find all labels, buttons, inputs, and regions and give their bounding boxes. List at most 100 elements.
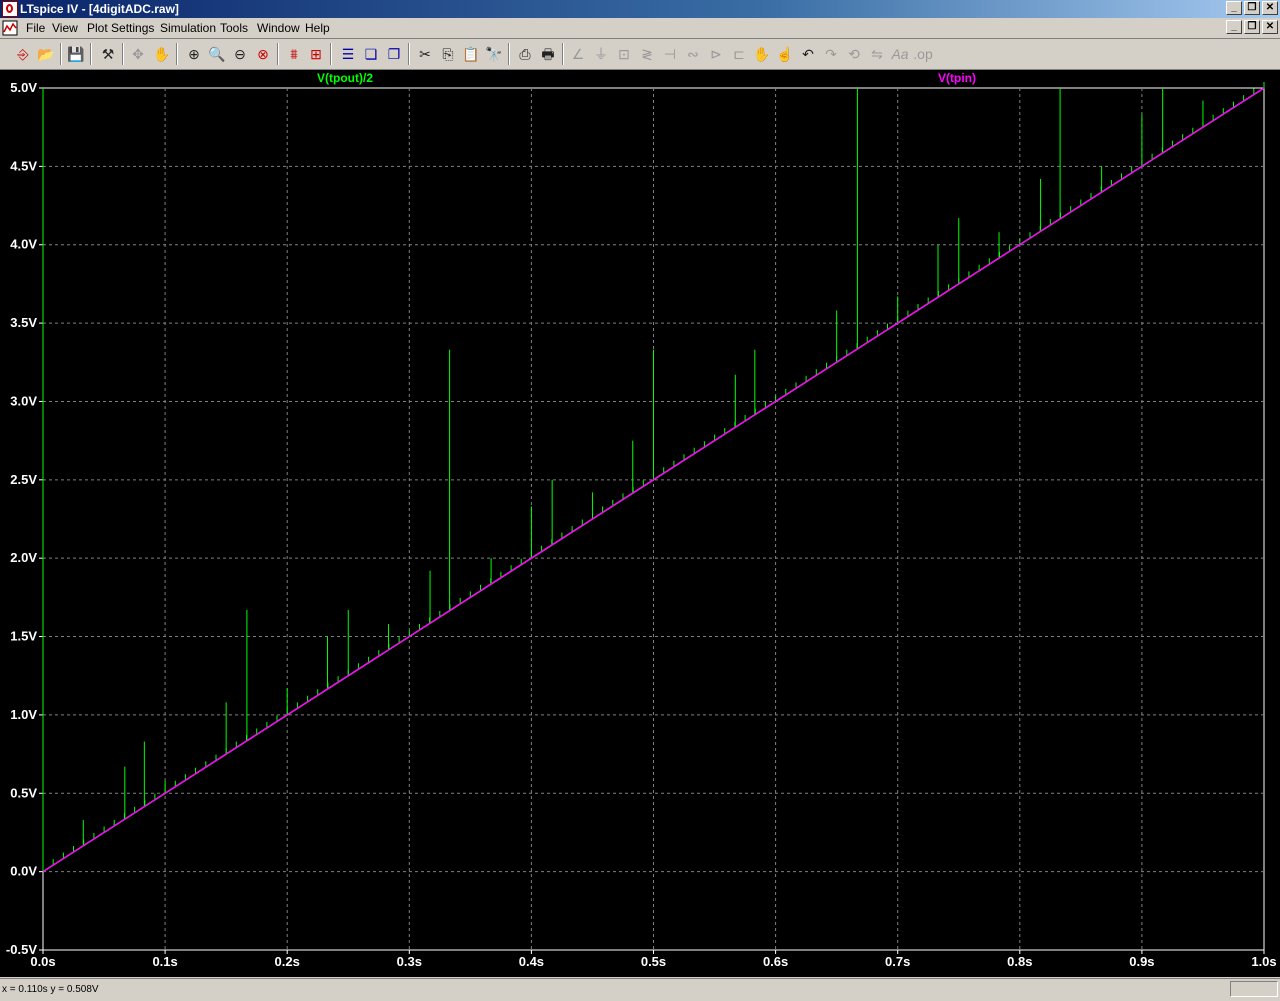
toolbar-separator [330, 43, 332, 65]
y-tick-label: 1.5V [10, 629, 37, 644]
paste-icon[interactable]: 📋 [461, 44, 481, 64]
minimize-button[interactable]: _ [1226, 1, 1242, 15]
plot-traces [42, 82, 1265, 873]
x-tick-label: 0.8s [1007, 954, 1032, 969]
drag-icon[interactable]: ✋ [752, 44, 772, 64]
toolbar-separator [90, 43, 92, 65]
print-icon[interactable]: 🖶 [538, 44, 558, 64]
resistor-icon[interactable]: ≷ [637, 44, 657, 64]
waveform-plot-pane[interactable]: -0.5V 0.0V 0.5V 1.0V 1.5V 2.0V 2.5V 3.0V 3.5V 4.0… [0, 70, 1280, 977]
tile-horizontal-icon[interactable]: ☰ [338, 44, 358, 64]
x-tick-label: 0.0s [30, 954, 55, 969]
toolbar-separator [562, 43, 564, 65]
redo-icon[interactable]: ↷ [821, 44, 841, 64]
x-tick-label: 0.1s [152, 954, 177, 969]
x-tick-label: 0.4s [519, 954, 544, 969]
copy-icon[interactable]: ⎘ [438, 44, 458, 64]
toolbar-separator [60, 43, 62, 65]
component-icon[interactable]: ⊏ [729, 44, 749, 64]
y-tick-label: 2.5V [10, 472, 37, 487]
menu-view[interactable]: View [52, 21, 78, 35]
zoom-cancel-icon[interactable]: ⊗ [253, 44, 273, 64]
status-bar: x = 0.110s y = 0.508V [0, 978, 1280, 1001]
menu-help[interactable]: Help [305, 21, 330, 35]
inductor-icon[interactable]: ∾ [683, 44, 703, 64]
y-tick-label: 3.0V [10, 393, 37, 408]
x-tick-label: 0.5s [641, 954, 666, 969]
trace-label-tpout[interactable]: V(tpout)/2 [317, 71, 373, 85]
toolbar-separator [122, 43, 124, 65]
open-icon[interactable]: 📂 [36, 44, 56, 64]
menu-window[interactable]: Window [257, 21, 300, 35]
y-tick-label: 1.0V [10, 707, 37, 722]
print-preview-icon[interactable]: ⎙ [515, 44, 535, 64]
y-tick-label: 0.0V [10, 864, 37, 879]
x-tick-label: 0.9s [1129, 954, 1154, 969]
move-icon[interactable]: ✥ [128, 44, 148, 64]
menu-plot-settings[interactable]: Plot Settings [87, 21, 154, 35]
rotate-icon[interactable]: ⟲ [844, 44, 864, 64]
undo-icon[interactable]: ↶ [798, 44, 818, 64]
move-hand-icon[interactable]: ☝ [775, 44, 795, 64]
menu-file[interactable]: File [26, 21, 45, 35]
close-button[interactable]: ✕ [1262, 1, 1278, 15]
waveform-document-icon[interactable] [2, 20, 18, 36]
autorange-icon[interactable]: ⩩ [284, 44, 304, 64]
spice-directive-icon[interactable]: .op [913, 44, 933, 64]
ltspice-app-icon [2, 1, 18, 17]
x-axis-labels: 0.0s 0.1s 0.2s 0.3s 0.4s 0.5s 0.6s 0.7s 0.8s 0.9s… [30, 954, 1276, 969]
plot-grid [39, 87, 1265, 954]
zoom-out-icon[interactable]: ⊖ [230, 44, 250, 64]
pan-icon[interactable]: ✋ [152, 44, 172, 64]
doc-close-button[interactable]: ✕ [1262, 20, 1278, 34]
doc-minimize-button[interactable]: _ [1226, 20, 1242, 34]
cut-icon[interactable]: ✂ [415, 44, 435, 64]
tile-vertical-icon[interactable]: ❐ [384, 44, 404, 64]
control-panel-icon[interactable]: ⚒ [98, 44, 118, 64]
toolbar: ⎆ 📂 💾 ⚒ ✥ ✋ ⊕ 🔍 ⊖ ⊗ ⩩ ⊞ ☰ ❏ ❐ ✂ ⎘ 📋 🔭 ⎙ … [0, 39, 1280, 70]
x-tick-label: 0.6s [763, 954, 788, 969]
trace-label-tpin[interactable]: V(tpin) [938, 71, 976, 85]
y-tick-label: 0.5V [10, 785, 37, 800]
window-title: LTspice IV - [4digitADC.raw] [20, 2, 179, 16]
document-window-controls: _ ❐ ✕ [1226, 20, 1278, 34]
restore-button[interactable]: ❐ [1244, 1, 1260, 15]
text-icon[interactable]: Aa [890, 44, 910, 64]
capacitor-icon[interactable]: ⊣ [660, 44, 680, 64]
window-controls: _ ❐ ✕ [1226, 1, 1278, 15]
menu-simulation[interactable]: Simulation [160, 21, 216, 35]
y-tick-label: 2.0V [10, 550, 37, 565]
grid-icon[interactable]: ⊞ [306, 44, 326, 64]
y-tick-label: 4.0V [10, 237, 37, 252]
x-tick-label: 0.7s [885, 954, 910, 969]
x-tick-label: 0.2s [275, 954, 300, 969]
y-axis-labels: -0.5V0.0V0.5V1.0V1.5V2.0V2.5V3.0V3.5V4.0… [6, 80, 37, 957]
diode-icon[interactable]: ⊳ [706, 44, 726, 64]
x-tick-label: 1.0s [1251, 954, 1276, 969]
cascade-icon[interactable]: ❏ [361, 44, 381, 64]
toolbar-separator [508, 43, 510, 65]
doc-restore-button[interactable]: ❐ [1244, 20, 1260, 34]
y-tick-label: 4.5V [10, 158, 37, 173]
mirror-icon[interactable]: ⇋ [867, 44, 887, 64]
menu-tools[interactable]: Tools [220, 21, 248, 35]
y-tick-label: 3.5V [10, 315, 37, 330]
wire-icon[interactable]: ∠ [568, 44, 588, 64]
toolbar-separator [277, 43, 279, 65]
waveform-plot[interactable]: -0.5V0.0V0.5V1.0V1.5V2.0V2.5V3.0V3.5V4.0… [0, 70, 1280, 977]
new-schematic-icon[interactable]: ⎆ [13, 44, 33, 64]
cursor-coordinates: x = 0.110s y = 0.508V [2, 984, 99, 995]
toolbar-separator [176, 43, 178, 65]
y-tick-label: 5.0V [10, 80, 37, 95]
menu-bar: File View Plot Settings Simulation Tools… [0, 18, 1280, 39]
label-icon[interactable]: ⊡ [614, 44, 634, 64]
status-panel [1230, 981, 1278, 997]
title-bar: LTspice IV - [4digitADC.raw] _ ❐ ✕ [0, 0, 1280, 18]
x-tick-label: 0.3s [397, 954, 422, 969]
ground-icon[interactable]: ⏚ [591, 44, 611, 64]
zoom-area-icon[interactable]: 🔍 [207, 44, 227, 64]
find-icon[interactable]: 🔭 [484, 44, 504, 64]
zoom-in-icon[interactable]: ⊕ [184, 44, 204, 64]
toolbar-separator [408, 43, 410, 65]
save-icon[interactable]: 💾 [66, 44, 86, 64]
